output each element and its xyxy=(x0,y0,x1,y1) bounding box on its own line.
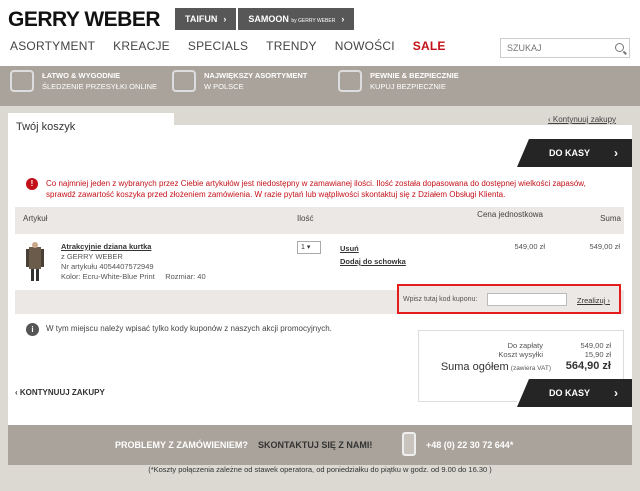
save-for-later-link[interactable]: Dodaj do schowka xyxy=(340,255,406,268)
nav-item-asortyment[interactable]: ASORTYMENT xyxy=(10,39,95,53)
benefit-title: NAJWIĘKSZY ASORTYMENT xyxy=(204,71,308,80)
continue-shopping-label: Kontynuuj zakupy xyxy=(552,115,617,124)
quantity-select[interactable]: 1 ▾ xyxy=(297,241,321,254)
product-size: Rozmiar: 40 xyxy=(165,272,206,281)
apply-coupon-label: Zrealizuj xyxy=(577,296,606,305)
main-nav: ASORTYMENT KREACJE SPECIALS TRENDY NOWOŚ… xyxy=(10,39,464,53)
product-name-link[interactable]: Atrakcyjnie dziana kurtka xyxy=(61,242,206,252)
product-brand: z GERRY WEBER xyxy=(61,252,123,261)
coupon-box: Wpisz tutaj kod kuponu: Zrealizuj › xyxy=(397,284,621,314)
stock-alert: ! Co najmniej jeden z wybranych przez Ci… xyxy=(26,178,596,200)
brand-tab-by: by GERRY WEBER xyxy=(291,18,336,24)
coupon-info-text: W tym miejscu należy wpisać tylko kody k… xyxy=(46,324,332,333)
checkout-label: DO KASY xyxy=(549,148,591,158)
cart-table-header: Artykuł Ilość Cena jednostkowa Suma xyxy=(15,207,624,234)
gerry-weber-logo[interactable]: GERRY WEBER xyxy=(8,8,161,32)
brand-tab-label: TAIFUN xyxy=(185,14,218,24)
chevron-right-icon: › xyxy=(341,14,345,24)
apply-coupon-link[interactable]: Zrealizuj › xyxy=(577,296,610,305)
help-contact-link[interactable]: SKONTAKTUJ SIĘ Z NAMI! xyxy=(258,440,372,450)
benefits-bar: ŁATWO & WYGODNIE ŚLEDZENIE PRZESYŁKI ONLI… xyxy=(0,66,640,106)
item-sum: 549,00 zł xyxy=(589,242,620,251)
shipping-label: Koszt wysyłki xyxy=(498,350,543,359)
help-phone: +48 (0) 22 30 72 644* xyxy=(426,440,514,450)
nav-item-trendy[interactable]: TRENDY xyxy=(266,39,317,53)
nav-item-specials[interactable]: SPECIALS xyxy=(188,39,248,53)
checkout-button-bottom[interactable]: DO KASY › xyxy=(517,379,632,407)
dropdown-arrow-icon: ▾ xyxy=(306,244,311,251)
footnote: (*Koszty połączenia zależne od stawek op… xyxy=(148,465,492,474)
chevron-right-icon: › xyxy=(614,146,618,160)
coupon-label: Wpisz tutaj kod kuponu: xyxy=(403,296,478,303)
alert-text: Co najmniej jeden z wybranych przez Cieb… xyxy=(46,179,586,199)
brand-tab-taifun[interactable]: TAIFUN › xyxy=(175,8,237,30)
product-info: Atrakcyjnie dziana kurtka z GERRY WEBER … xyxy=(61,242,206,282)
checkout-label: DO KASY xyxy=(549,388,591,398)
total-value: 564,90 zł xyxy=(565,360,611,372)
table-row: Atrakcyjnie dziana kurtka z GERRY WEBER … xyxy=(15,234,624,290)
continue-shopping-label: KONTYNUUJ ZAKUPY xyxy=(19,388,105,397)
unit-price: 549,00 zł xyxy=(514,242,545,251)
phone-icon xyxy=(402,432,416,456)
benefit-title: PEWNIE & BEZPIECZNIE xyxy=(370,71,459,80)
benefit-subtitle: W POLSCE xyxy=(204,82,244,91)
total-label: Suma ogółem xyxy=(440,361,509,373)
product-color: Kolor: Ecru-White-Blue Print xyxy=(61,272,155,281)
benefit-tracking: ŁATWO & WYGODNIE ŚLEDZENIE PRZESYŁKI ONLI… xyxy=(10,70,157,92)
nav-item-sale[interactable]: SALE xyxy=(413,39,446,53)
info-icon: i xyxy=(26,323,39,336)
coupon-info: i W tym miejscu należy wpisać tylko kody… xyxy=(26,323,332,336)
chevron-right-icon: › xyxy=(607,296,610,305)
item-actions: Usuń Dodaj do schowka xyxy=(340,242,406,268)
col-qty: Ilość xyxy=(297,214,314,223)
benefit-assortment: NAJWIĘKSZY ASORTYMENT W POLSCE xyxy=(172,70,307,92)
quantity-value: 1 xyxy=(301,244,305,251)
house-icon xyxy=(172,70,196,92)
help-bar: PROBLEMY Z ZAMÓWIENIEM? SKONTAKTUJ SIĘ Z… xyxy=(8,425,632,465)
nav-item-nowosci[interactable]: NOWOŚCI xyxy=(335,39,395,53)
alert-icon: ! xyxy=(26,178,38,190)
site-header: GERRY WEBER TAIFUN › SAMOON by GERRY WEBE… xyxy=(0,0,640,72)
search-box xyxy=(500,38,630,58)
col-unit-price: Cena jednostkowa xyxy=(477,210,543,219)
benefit-security: PEWNIE & BEZPIECZNIE KUPUJ BEZPIECZNIE xyxy=(338,70,459,92)
shipping-value: 15,90 zł xyxy=(584,350,611,359)
benefit-subtitle: KUPUJ BEZPIECZNIE xyxy=(370,82,446,91)
to-pay-value: 549,00 zł xyxy=(580,341,611,350)
continue-shopping-link-bottom[interactable]: ‹ KONTYNUUJ ZAKUPY xyxy=(15,388,105,397)
coupon-input[interactable] xyxy=(487,293,567,306)
vat-note: (zawiera VAT) xyxy=(510,365,551,372)
total-label-group: Suma ogółem (zawiera VAT) xyxy=(441,361,551,373)
to-pay-label: Do zapłaty xyxy=(507,341,543,350)
truck-icon xyxy=(10,70,34,92)
brand-tab-label: SAMOON xyxy=(248,14,289,24)
product-thumbnail[interactable] xyxy=(26,241,44,281)
col-sum: Suma xyxy=(600,214,621,223)
chevron-right-icon: › xyxy=(614,386,618,400)
col-article: Artykuł xyxy=(23,214,48,223)
continue-shopping-link-top[interactable]: ‹ Kontynuuj zakupy xyxy=(548,115,616,124)
benefit-title: ŁATWO & WYGODNIE xyxy=(42,71,121,80)
search-input[interactable] xyxy=(501,39,611,57)
remove-link[interactable]: Usuń xyxy=(340,242,406,255)
brand-tabs: TAIFUN › SAMOON by GERRY WEBER › xyxy=(175,8,356,30)
benefit-subtitle: ŚLEDZENIE PRZESYŁKI ONLINE xyxy=(42,82,158,91)
chevron-right-icon: › xyxy=(223,14,227,24)
help-problems: PROBLEMY Z ZAMÓWIENIEM? xyxy=(115,440,248,450)
lock-icon xyxy=(338,70,362,92)
search-icon[interactable] xyxy=(615,43,624,52)
checkout-button-top[interactable]: DO KASY › xyxy=(517,139,632,167)
page-title: Twój koszyk xyxy=(8,113,174,140)
nav-item-kreacje[interactable]: KREACJE xyxy=(113,39,170,53)
brand-tab-samoon[interactable]: SAMOON by GERRY WEBER › xyxy=(238,8,355,30)
product-article-no: Nr artykułu 4054407572949 xyxy=(61,262,154,271)
